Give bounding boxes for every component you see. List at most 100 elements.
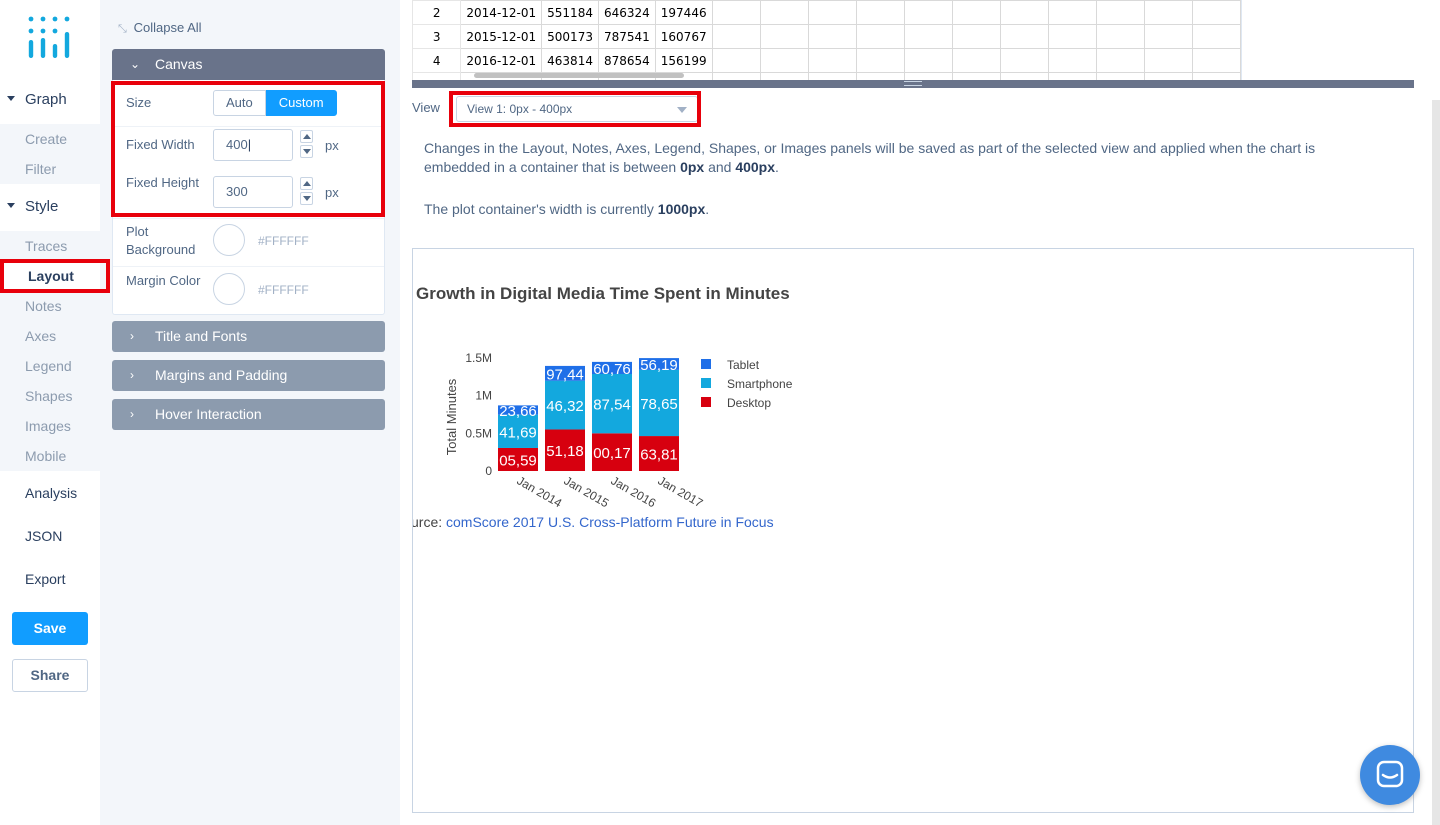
table-cell[interactable]: 2016-12-01 <box>460 48 543 73</box>
nav-group-graph[interactable]: Graph <box>0 79 100 119</box>
table-cell[interactable] <box>1095 72 1145 80</box>
stepper-up-icon[interactable] <box>300 177 313 190</box>
nav-item-mobile[interactable]: Mobile <box>0 441 100 471</box>
table-cell[interactable] <box>903 0 953 25</box>
table-cell[interactable]: 551184 <box>541 0 599 25</box>
table-cell[interactable] <box>1047 72 1097 80</box>
table-cell[interactable] <box>711 72 761 80</box>
table-cell[interactable] <box>903 48 953 73</box>
fixed-height-input[interactable]: 300 <box>213 176 293 208</box>
nav-item-images[interactable]: Images <box>0 411 100 441</box>
nav-analysis[interactable]: Analysis <box>25 485 77 501</box>
table-cell[interactable] <box>855 72 905 80</box>
table-cell[interactable]: 160767 <box>654 24 713 49</box>
nav-json[interactable]: JSON <box>25 528 62 544</box>
chat-button[interactable] <box>1360 745 1420 805</box>
table-cell[interactable] <box>951 24 1001 49</box>
section-title-fonts-header[interactable]: › Title and Fonts <box>112 321 385 352</box>
grip-icon[interactable] <box>904 81 922 86</box>
size-custom-button[interactable]: Custom <box>265 90 337 116</box>
table-cell[interactable] <box>1191 24 1241 49</box>
section-hover-header[interactable]: › Hover Interaction <box>112 399 385 430</box>
collapse-all-button[interactable]: ⤡ Collapse All <box>118 20 202 36</box>
table-cell[interactable] <box>711 48 761 73</box>
table-cell[interactable] <box>855 0 905 25</box>
table-cell[interactable] <box>903 24 953 49</box>
table-cell[interactable] <box>1047 0 1097 25</box>
table-cell[interactable] <box>951 48 1001 73</box>
section-canvas-header[interactable]: ⌄ Canvas <box>112 49 385 80</box>
table-cell[interactable] <box>759 24 809 49</box>
fixed-width-stepper[interactable] <box>300 130 314 158</box>
table-cell[interactable] <box>807 24 857 49</box>
table-cell[interactable] <box>1143 72 1193 80</box>
table-cell[interactable] <box>807 48 857 73</box>
nav-item-notes[interactable]: Notes <box>0 291 100 321</box>
source-link[interactable]: comScore 2017 U.S. Cross-Platform Future… <box>446 514 774 530</box>
table-cell[interactable] <box>1191 48 1241 73</box>
table-cell[interactable]: 463814 <box>541 48 599 73</box>
save-button[interactable]: Save <box>12 612 88 645</box>
table-cell[interactable] <box>951 0 1001 25</box>
grid-scrollbar[interactable] <box>474 73 684 78</box>
table-cell[interactable] <box>999 48 1049 73</box>
table-cell[interactable] <box>711 0 761 25</box>
table-cell[interactable] <box>855 24 905 49</box>
grid-resize-bar[interactable] <box>412 80 1414 88</box>
table-cell[interactable] <box>759 0 809 25</box>
nav-item-traces[interactable]: Traces <box>0 231 100 261</box>
stepper-down-icon[interactable] <box>300 145 313 158</box>
table-cell[interactable]: 646324 <box>597 0 656 25</box>
table-cell[interactable] <box>1143 48 1193 73</box>
table-cell[interactable] <box>1191 72 1241 80</box>
table-cell[interactable] <box>903 72 953 80</box>
table-cell[interactable]: 156199 <box>654 48 713 73</box>
page-scrollbar[interactable] <box>1432 100 1440 825</box>
plot-background-swatch[interactable] <box>213 224 245 256</box>
view-select[interactable]: View 1: 0px - 400px <box>456 96 698 122</box>
table-cell[interactable]: 787541 <box>597 24 656 49</box>
table-cell[interactable] <box>999 24 1049 49</box>
table-cell[interactable] <box>1095 48 1145 73</box>
table-cell[interactable]: 2014-12-01 <box>460 0 543 25</box>
nav-item-axes[interactable]: Axes <box>0 321 100 351</box>
nav-export[interactable]: Export <box>25 571 65 587</box>
table-cell[interactable]: 500173 <box>541 24 599 49</box>
table-cell[interactable] <box>807 72 857 80</box>
nav-item-filter[interactable]: Filter <box>0 154 100 184</box>
nav-item-shapes[interactable]: Shapes <box>0 381 100 411</box>
table-cell[interactable] <box>1095 0 1145 25</box>
table-cell[interactable] <box>999 0 1049 25</box>
table-cell[interactable] <box>1095 24 1145 49</box>
plot-container[interactable]: Growth in Digital Media Time Spent in Mi… <box>412 248 1414 813</box>
table-cell[interactable] <box>759 72 809 80</box>
table-cell[interactable] <box>1143 0 1193 25</box>
table-cell[interactable] <box>711 24 761 49</box>
size-auto-button[interactable]: Auto <box>213 90 266 116</box>
table-cell[interactable] <box>1191 0 1241 25</box>
nav-item-layout[interactable]: Layout <box>0 261 100 291</box>
stepper-up-icon[interactable] <box>300 130 313 143</box>
stepper-down-icon[interactable] <box>300 192 313 205</box>
table-cell[interactable]: 878654 <box>597 48 656 73</box>
table-cell[interactable] <box>759 48 809 73</box>
fixed-height-stepper[interactable] <box>300 177 314 205</box>
nav-item-legend[interactable]: Legend <box>0 351 100 381</box>
table-cell[interactable] <box>1143 24 1193 49</box>
margin-color-swatch[interactable] <box>213 273 245 305</box>
data-grid[interactable]: 2 2014-12-01 551184 646324 197446 3 2015-12-01… <box>412 0 1242 80</box>
section-margins-header[interactable]: › Margins and Padding <box>112 360 385 391</box>
table-cell[interactable] <box>1047 48 1097 73</box>
table-cell[interactable]: 197446 <box>654 0 713 25</box>
nav-group-style[interactable]: Style <box>0 186 100 226</box>
table-cell[interactable]: 2015-12-01 <box>460 24 543 49</box>
share-button[interactable]: Share <box>12 659 88 692</box>
table-cell[interactable] <box>951 72 1001 80</box>
table-cell[interactable] <box>1047 24 1097 49</box>
table-cell[interactable] <box>855 48 905 73</box>
nav-item-create[interactable]: Create <box>0 124 100 154</box>
table-cell[interactable] <box>807 0 857 25</box>
table-cell[interactable] <box>999 72 1049 80</box>
fixed-width-input[interactable]: 400| <box>213 129 293 161</box>
data-table[interactable]: 2 2014-12-01 551184 646324 197446 3 2015-12-01… <box>412 0 1241 80</box>
